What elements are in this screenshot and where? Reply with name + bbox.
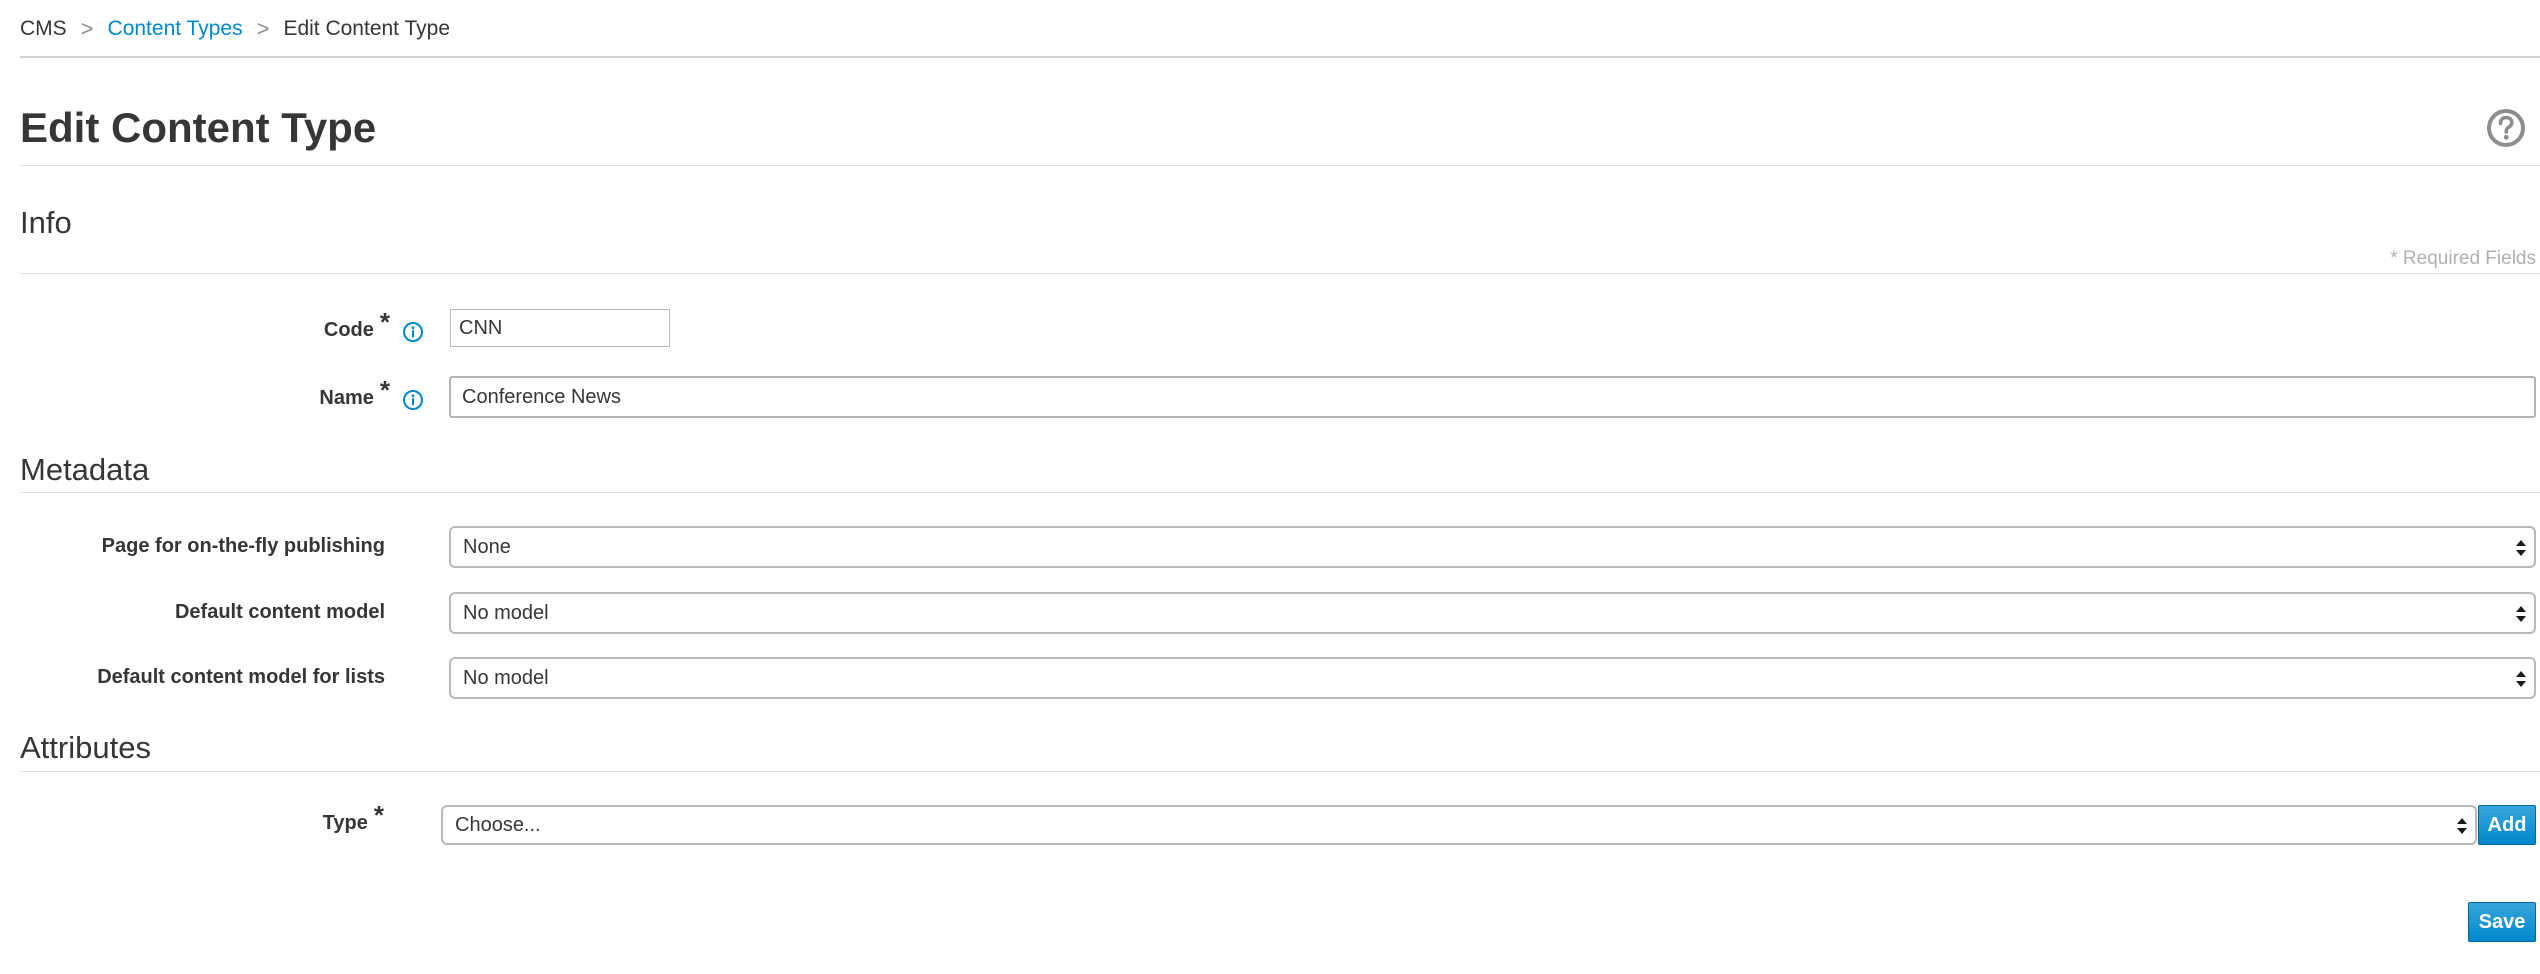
page-title: Edit Content Type — [20, 104, 377, 151]
breadcrumb-item-cms: CMS — [20, 17, 67, 40]
section-title-info: Info — [20, 205, 72, 240]
default-list-model-label-text: Default content model for lists — [97, 666, 385, 688]
section-title-metadata: Metadata — [20, 452, 150, 487]
default-list-model-label: Default content model for lists — [97, 663, 385, 691]
page: CMS > Content Types > Edit Content Type … — [0, 0, 2540, 974]
info-circle-icon[interactable] — [402, 321, 424, 343]
save-button[interactable]: Save — [2468, 902, 2536, 942]
select-arrows-icon — [2516, 606, 2526, 622]
title-divider — [20, 165, 2540, 166]
breadcrumb-separator: > — [256, 16, 270, 41]
page-for-publishing-value: None — [463, 535, 511, 558]
code-field[interactable] — [450, 309, 670, 347]
required-marker: * — [379, 375, 390, 405]
section-divider — [20, 492, 2540, 493]
name-label: Name * — [319, 376, 424, 412]
default-model-label-text: Default content model — [174, 601, 385, 623]
type-label: Type * — [322, 801, 384, 837]
add-attribute-button[interactable]: Add — [2478, 805, 2536, 845]
required-marker: * — [379, 307, 390, 337]
name-label-text: Name — [319, 387, 374, 409]
attribute-type-select[interactable]: Choose... — [441, 805, 2477, 845]
required-fields-note: * Required Fields — [2390, 248, 2536, 269]
page-for-publishing-label-text: Page for on-the-fly publishing — [101, 535, 385, 557]
select-arrows-icon — [2516, 671, 2526, 687]
page-for-publishing-label: Page for on-the-fly publishing — [102, 532, 385, 560]
select-arrows-icon — [2516, 540, 2526, 556]
section-title-attributes: Attributes — [20, 730, 151, 765]
breadcrumb-item-current: Edit Content Type — [283, 17, 450, 40]
code-label-text: Code — [323, 319, 374, 341]
section-divider — [20, 273, 2540, 274]
breadcrumb-divider — [20, 56, 2540, 58]
breadcrumb-link-content-types[interactable]: Content Types — [108, 14, 243, 44]
code-label: Code * — [323, 308, 424, 344]
default-list-model-value: No model — [463, 666, 549, 689]
question-circle-icon[interactable] — [2486, 108, 2526, 148]
section-divider — [20, 771, 2540, 772]
breadcrumb-separator: > — [80, 16, 94, 41]
attribute-type-value: Choose... — [455, 813, 541, 836]
default-list-model-select[interactable]: No model — [449, 657, 2536, 699]
type-label-text: Type — [322, 812, 368, 834]
required-marker: * — [373, 800, 384, 830]
breadcrumb: CMS > Content Types > Edit Content Type — [20, 14, 450, 44]
select-arrows-icon — [2457, 818, 2467, 834]
info-circle-icon[interactable] — [402, 389, 424, 411]
default-model-select[interactable]: No model — [449, 592, 2536, 634]
default-model-label: Default content model — [175, 598, 385, 626]
default-model-value: No model — [463, 601, 549, 624]
name-field[interactable] — [449, 376, 2536, 418]
page-for-publishing-select[interactable]: None — [449, 526, 2536, 568]
